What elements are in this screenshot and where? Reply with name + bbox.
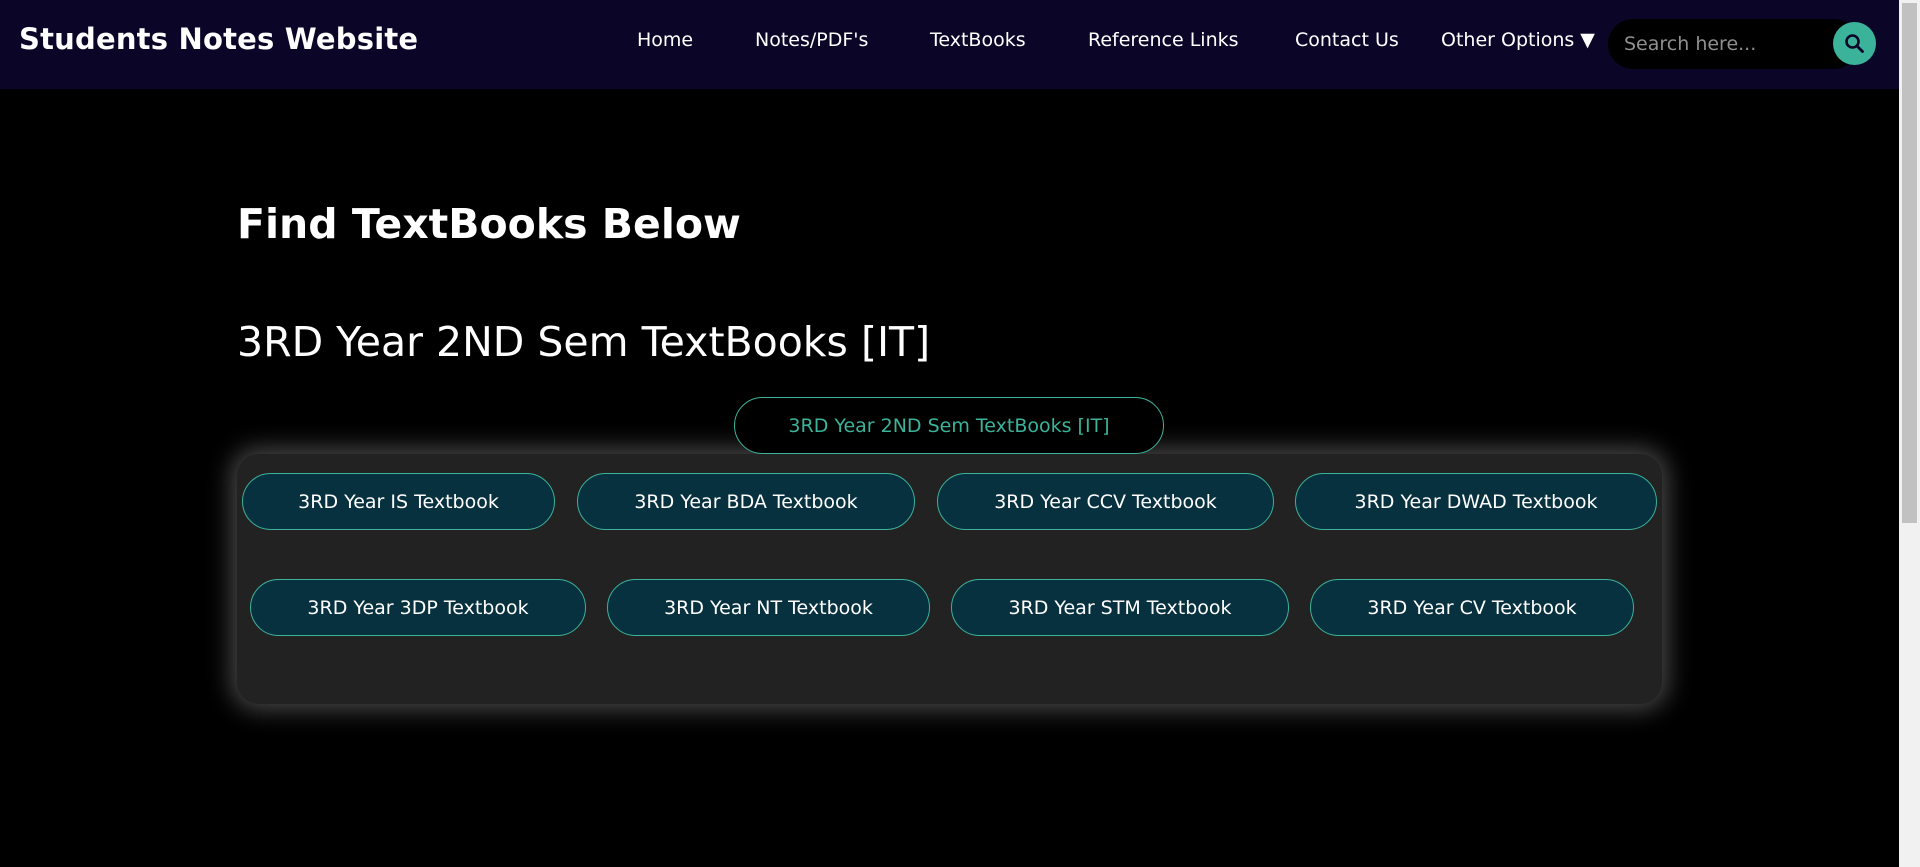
caret-down-icon: ▼ [1580,29,1595,51]
textbook-button-dwad[interactable]: 3RD Year DWAD Textbook [1295,473,1657,530]
site-brand[interactable]: Students Notes Website [19,22,418,56]
nav-reference-links[interactable]: Reference Links [1088,29,1239,51]
semester-toggle-button[interactable]: 3RD Year 2ND Sem TextBooks [IT] [734,397,1164,454]
search-button[interactable] [1833,22,1876,65]
search-icon [1845,34,1864,53]
textbook-button-cv[interactable]: 3RD Year CV Textbook [1310,579,1634,636]
navbar: Students Notes Website Home Notes/PDF's … [0,0,1899,89]
textbook-button-is[interactable]: 3RD Year IS Textbook [242,473,555,530]
textbook-button-3dp[interactable]: 3RD Year 3DP Textbook [250,579,586,636]
section-heading: 3RD Year 2ND Sem TextBooks [IT] [237,318,931,366]
textbook-button-nt[interactable]: 3RD Year NT Textbook [607,579,930,636]
page-title: Find TextBooks Below [237,200,741,248]
search-box [1608,19,1876,69]
nav-contact-us[interactable]: Contact Us [1295,29,1399,51]
textbook-button-ccv[interactable]: 3RD Year CCV Textbook [937,473,1274,530]
nav-notes-pdfs[interactable]: Notes/PDF's [755,29,868,51]
vertical-scrollbar[interactable] [1899,0,1920,867]
page: Students Notes Website Home Notes/PDF's … [0,0,1920,867]
nav-other-options-label: Other Options [1441,29,1575,51]
textbook-button-bda[interactable]: 3RD Year BDA Textbook [577,473,915,530]
nav-home[interactable]: Home [637,29,693,51]
nav-textbooks[interactable]: TextBooks [930,29,1026,51]
search-input[interactable] [1622,26,1802,62]
textbook-button-stm[interactable]: 3RD Year STM Textbook [951,579,1289,636]
nav-other-options-dropdown[interactable]: Other Options ▼ [1441,29,1595,51]
scrollbar-thumb[interactable] [1902,3,1917,523]
